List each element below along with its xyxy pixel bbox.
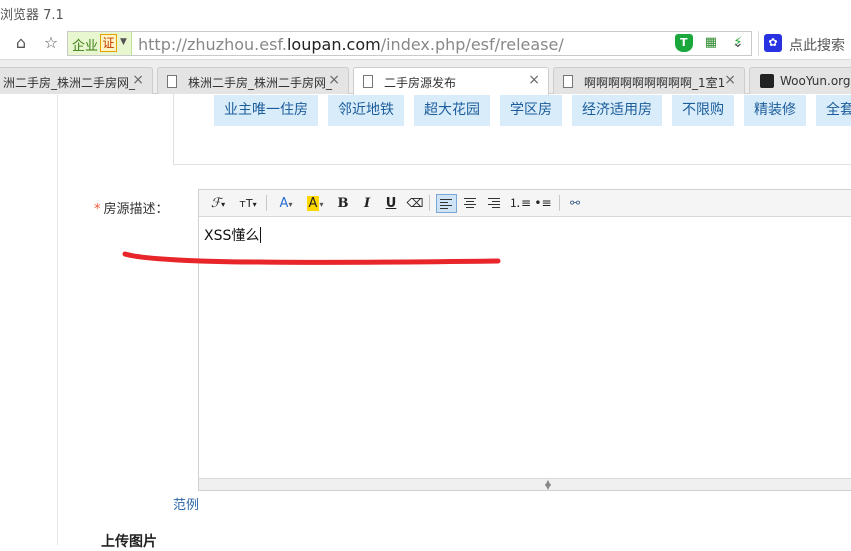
eraser-icon[interactable]: ⌫	[406, 194, 424, 213]
tag-button[interactable]: 不限购	[672, 95, 734, 126]
address-bar[interactable]: 企业 证 ▼ http://zhuzhou.esf.loupan.com/ind…	[67, 31, 752, 56]
align-center-icon	[464, 198, 476, 210]
enterprise-label: 企业	[72, 39, 99, 54]
search-box[interactable]: ✿ 点此搜索	[758, 31, 851, 56]
font-family-glyph: ℱ	[210, 196, 222, 211]
editor-text-value: XSS懂么	[204, 228, 260, 244]
tag-button[interactable]: 全套	[816, 95, 851, 126]
align-left-icon	[440, 199, 452, 211]
star-icon[interactable]: ☆	[40, 32, 62, 54]
tab-3-active[interactable]: 二手房源发布 ×	[353, 67, 549, 95]
caret-down-icon: ▼	[120, 37, 127, 47]
url-domain: loupan.com	[286, 35, 381, 54]
upload-photos-title: 上传图片	[101, 534, 157, 550]
toolbar-separator	[429, 195, 430, 211]
chevron-down-icon[interactable]: ⌄	[732, 35, 744, 51]
tab-4[interactable]: 啊啊啊啊啊啊啊啊啊_1室1 ×	[553, 67, 745, 94]
search-input[interactable]: 点此搜索	[789, 35, 845, 55]
cert-icon: 证	[100, 34, 117, 52]
paw-icon[interactable]: ✿	[764, 34, 782, 52]
document-icon	[363, 75, 373, 88]
tab-label: WooYun.org	[780, 74, 851, 88]
font-color-button[interactable]: A▾	[275, 194, 297, 213]
document-icon	[167, 75, 177, 88]
link-icon[interactable]: ⚯	[565, 194, 585, 213]
window-titlebar: 浏览器 7.1	[0, 0, 851, 28]
example-link[interactable]: 范例	[173, 494, 199, 513]
tab-label: 株洲二手房_株洲二手房网_	[188, 76, 333, 90]
align-right-icon	[488, 198, 500, 210]
tab-2[interactable]: 株洲二手房_株洲二手房网_ ×	[157, 67, 349, 94]
close-icon[interactable]: ×	[328, 72, 340, 88]
unordered-list-icon[interactable]: •≡	[533, 194, 553, 213]
wooyun-icon	[760, 74, 774, 88]
close-icon[interactable]: ×	[724, 72, 736, 88]
highlight-glyph: A	[306, 196, 320, 211]
toolbar-separator	[559, 195, 560, 211]
url-text[interactable]: http://zhuzhou.esf.loupan.com/index.php/…	[138, 35, 564, 54]
enterprise-cert-badge[interactable]: 企业 证 ▼	[68, 32, 132, 55]
tag-button[interactable]: 邻近地铁	[328, 95, 404, 126]
description-label: * 房源描述：	[94, 198, 169, 217]
qr-icon[interactable]: ▦	[702, 34, 720, 52]
tag-button[interactable]: 精装修	[744, 95, 806, 126]
align-right-button[interactable]	[485, 194, 505, 213]
italic-button[interactable]: I	[358, 194, 376, 213]
font-size-button[interactable]: тT▾	[235, 194, 261, 213]
tag-panel: 业主唯一住房 邻近地铁 超大花园 学区房 经济适用房 不限购 精装修 全套	[173, 93, 851, 165]
close-icon[interactable]: ×	[132, 72, 144, 88]
editor-toolbar: ℱ▾ тT▾ A▾ A ▾ B I U ⌫ ⒈≡ •≡ ⚯	[199, 190, 851, 217]
tab-strip: 洲二手房_株洲二手房网_ × 株洲二手房_株洲二手房网_ × 二手房源发布 × …	[0, 60, 851, 95]
font-size-glyph: тT	[239, 197, 253, 210]
address-toolbar: ⌂ ☆ 企业 证 ▼ http://zhuzhou.esf.loupan.com…	[0, 28, 851, 60]
shield-icon[interactable]: T	[674, 34, 693, 52]
tab-1[interactable]: 洲二手房_株洲二手房网_ ×	[0, 67, 153, 94]
description-label-text: 房源描述：	[103, 202, 169, 217]
toolbar-separator	[266, 195, 267, 211]
bold-button[interactable]: B	[334, 194, 352, 213]
editor-content-area[interactable]: XSS懂么	[199, 217, 851, 479]
tab-label: 二手房源发布	[384, 76, 457, 90]
close-icon[interactable]: ×	[528, 72, 540, 88]
tab-label: 洲二手房_株洲二手房网_	[3, 76, 136, 90]
align-center-button[interactable]	[461, 194, 481, 213]
text-cursor	[260, 227, 262, 243]
tag-button[interactable]: 经济适用房	[572, 95, 662, 126]
tag-button[interactable]: 超大花园	[414, 95, 490, 126]
highlight-button[interactable]: A ▾	[303, 194, 327, 213]
url-path: /index.php/esf/release/	[380, 35, 564, 54]
document-icon	[563, 75, 573, 88]
editor-text[interactable]: XSS懂么	[204, 225, 262, 245]
tag-button[interactable]: 业主唯一住房	[214, 95, 318, 126]
ordered-list-icon[interactable]: ⒈≡	[509, 194, 531, 213]
editor-resize-handle[interactable]: ▲ ▼	[199, 478, 851, 491]
tag-button[interactable]: 学区房	[500, 95, 562, 126]
required-mark: *	[94, 202, 101, 217]
page-content: 业主唯一住房 邻近地铁 超大花园 学区房 经济适用房 不限购 精装修 全套 * 房…	[0, 93, 851, 550]
rich-text-editor: ℱ▾ тT▾ A▾ A ▾ B I U ⌫ ⒈≡ •≡ ⚯ XSS懂么 ▲ ▼	[198, 189, 851, 491]
font-family-button[interactable]: ℱ▾	[207, 194, 229, 213]
left-divider	[57, 95, 58, 545]
resize-grip-icon[interactable]: ▲ ▼	[542, 479, 554, 491]
url-prefix: http://zhuzhou.esf.	[138, 35, 287, 54]
align-left-button[interactable]	[436, 194, 457, 213]
tab-label: 啊啊啊啊啊啊啊啊啊_1室1	[584, 76, 726, 90]
tab-5[interactable]: WooYun.org	[749, 67, 851, 94]
window-title: 浏览器 7.1	[0, 8, 64, 23]
home-icon[interactable]: ⌂	[10, 32, 32, 54]
underline-button[interactable]: U	[382, 194, 400, 213]
